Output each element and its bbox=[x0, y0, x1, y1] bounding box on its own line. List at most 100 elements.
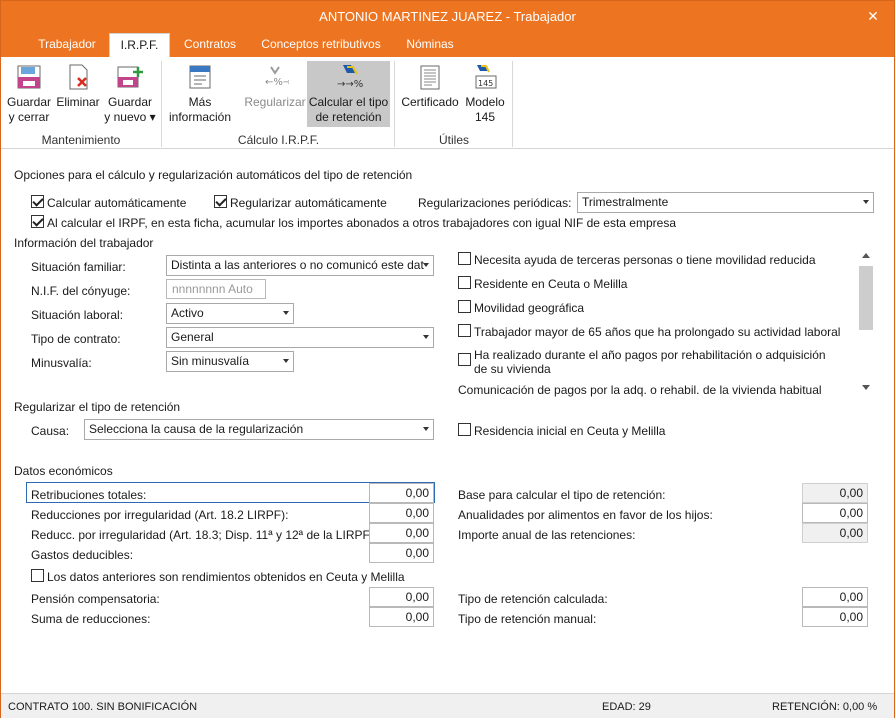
initial-ceuta-checkbox[interactable] bbox=[458, 423, 471, 436]
delete-button[interactable]: Eliminar bbox=[54, 61, 102, 127]
ceuta-income-checkbox[interactable] bbox=[31, 569, 44, 582]
over65-checkbox[interactable] bbox=[458, 324, 471, 337]
svg-text:145: 145 bbox=[478, 79, 493, 88]
manual-rate-input[interactable]: 0,00 bbox=[802, 607, 868, 627]
regularize-title: Regularizar el tipo de retención bbox=[14, 400, 181, 414]
work-status-select[interactable]: Activo bbox=[166, 303, 294, 324]
annual-ret-label: Importe anual de las retenciones: bbox=[458, 528, 636, 542]
over65-label: Trabajador mayor de 65 años que ha prolo… bbox=[474, 325, 841, 339]
ribbon-separator bbox=[512, 61, 513, 147]
periodic-select[interactable]: Trimestralmente bbox=[577, 192, 874, 213]
group-mantenimiento: Mantenimiento bbox=[41, 133, 121, 147]
chevron-down-icon bbox=[283, 359, 289, 363]
ribbon: Guardar y cerrar Eliminar Guardar y nuev… bbox=[1, 57, 894, 149]
save-new-label: Guardar y nuevo ▾ bbox=[104, 95, 156, 124]
window-title: ANTONIO MARTINEZ JUAREZ - Trabajador bbox=[319, 9, 576, 24]
title-bar: ANTONIO MARTINEZ JUAREZ - Trabajador ✕ bbox=[1, 1, 894, 33]
auto-reg-checkbox[interactable] bbox=[214, 195, 227, 208]
save-close-label: Guardar y cerrar bbox=[6, 95, 52, 124]
work-status-value: Activo bbox=[171, 306, 204, 320]
ceuta-resident-checkbox[interactable] bbox=[458, 276, 471, 289]
more-info-button[interactable]: Más información bbox=[166, 61, 234, 127]
spouse-nif-input[interactable]: nnnnnnnn Auto bbox=[166, 279, 266, 299]
annual-ret-value: 0,00 bbox=[802, 523, 868, 543]
contract-value: General bbox=[171, 330, 214, 344]
cause-label: Causa: bbox=[31, 424, 70, 438]
close-icon[interactable]: ✕ bbox=[864, 7, 882, 25]
deductible-input[interactable]: 0,00 bbox=[369, 543, 434, 563]
contract-label: Tipo de contrato: bbox=[31, 332, 121, 346]
tab-irpf[interactable]: I.R.P.F. bbox=[109, 33, 170, 58]
total-pay-input[interactable]: 0,00 bbox=[369, 483, 434, 503]
tab-bar: Trabajador I.R.P.F. Contratos Conceptos … bbox=[1, 33, 894, 58]
ribbon-separator bbox=[161, 61, 162, 147]
family-label: Situación familiar: bbox=[31, 260, 126, 274]
calc-rate-value-label: Tipo de retención calculada: bbox=[458, 592, 608, 606]
contract-select[interactable]: General bbox=[166, 327, 434, 348]
irregular-red-input[interactable]: 0,00 bbox=[369, 503, 434, 523]
cause-value: Selecciona la causa de la regularización bbox=[89, 422, 304, 436]
ribbon-separator bbox=[394, 61, 395, 147]
irregular-red2-input[interactable]: 0,00 bbox=[369, 523, 434, 543]
chevron-down-icon bbox=[423, 427, 429, 431]
total-pay-label: Retribuciones totales: bbox=[31, 488, 147, 502]
status-contract: CONTRATO 100. SIN BONIFICACIÓN bbox=[8, 701, 198, 713]
ceuta-income-label: Los datos anteriores son rendimientos ob… bbox=[47, 570, 405, 584]
worker-scrollbar[interactable] bbox=[858, 248, 874, 395]
scroll-up-icon[interactable] bbox=[862, 253, 870, 258]
reductions-sum-label: Suma de reducciones: bbox=[31, 612, 151, 626]
reductions-sum-input[interactable]: 0,00 bbox=[369, 607, 434, 627]
irregular-red-label: Reducciones por irregularidad (Art. 18.2… bbox=[31, 508, 289, 522]
mobility-checkbox[interactable] bbox=[458, 300, 471, 313]
help-checkbox[interactable] bbox=[458, 252, 471, 265]
certificate-button[interactable]: Certificado bbox=[399, 61, 461, 127]
auto-calc-checkbox[interactable] bbox=[31, 195, 44, 208]
tab-trabajador[interactable]: Trabajador bbox=[27, 33, 107, 57]
tab-contratos[interactable]: Contratos bbox=[173, 33, 247, 57]
annuities-label: Anualidades por alimentos en favor de lo… bbox=[458, 508, 713, 522]
model145-button[interactable]: 145 Modelo 145 bbox=[462, 61, 508, 127]
disability-value: Sin minusvalía bbox=[171, 354, 250, 368]
cause-select[interactable]: Selecciona la causa de la regularización bbox=[84, 419, 434, 440]
economic-title: Datos económicos bbox=[14, 464, 113, 478]
annuities-input[interactable]: 0,00 bbox=[802, 503, 868, 523]
calc-rate-button[interactable]: →→% Calcular el tipo de retención bbox=[307, 61, 390, 127]
scroll-down-icon[interactable] bbox=[862, 385, 870, 390]
save-new-icon bbox=[117, 66, 143, 88]
delete-icon bbox=[69, 64, 88, 90]
disability-select[interactable]: Sin minusvalía bbox=[166, 351, 294, 372]
options-title: Opciones para el cálculo y regularizació… bbox=[14, 168, 413, 182]
tax-agency-icon: →→% bbox=[337, 65, 363, 90]
periodic-label: Regularizaciones periódicas: bbox=[418, 196, 572, 210]
base-value: 0,00 bbox=[802, 483, 868, 503]
regularize-button[interactable]: ←%→ Regularizar bbox=[244, 61, 306, 127]
chevron-down-icon bbox=[863, 200, 869, 204]
disability-label: Minusvalía: bbox=[31, 356, 92, 370]
regularize-label: Regularizar bbox=[244, 95, 306, 109]
svg-text:←%→: ←%→ bbox=[265, 77, 289, 88]
pension-label: Pensión compensatoria: bbox=[31, 592, 160, 606]
group-calculo-irpf: Cálculo I.R.P.F. bbox=[237, 133, 320, 147]
worker-title: Información del trabajador bbox=[14, 236, 154, 250]
housing-label-1: Ha realizado durante el año pagos por re… bbox=[474, 348, 826, 362]
calc-rate-label: Calcular el tipo de retención bbox=[308, 95, 389, 124]
tab-nominas[interactable]: Nóminas bbox=[396, 33, 464, 57]
status-bar: CONTRATO 100. SIN BONIFICACIÓN EDAD: 29 … bbox=[1, 693, 894, 718]
chevron-down-icon bbox=[283, 311, 289, 315]
save-new-button[interactable]: Guardar y nuevo ▾ bbox=[104, 61, 156, 127]
base-label: Base para calcular el tipo de retención: bbox=[458, 488, 666, 502]
chevron-down-icon bbox=[423, 263, 429, 267]
calc-rate-input[interactable]: 0,00 bbox=[802, 587, 868, 607]
chevron-down-icon bbox=[423, 335, 429, 339]
model145-label: Modelo 145 bbox=[465, 95, 505, 124]
periodic-value: Trimestralmente bbox=[582, 195, 669, 209]
tab-conceptos[interactable]: Conceptos retributivos bbox=[251, 33, 391, 57]
family-select[interactable]: Distinta a las anteriores o no comunicó … bbox=[166, 255, 434, 276]
deductible-label: Gastos deducibles: bbox=[31, 548, 134, 562]
save-close-button[interactable]: Guardar y cerrar bbox=[6, 61, 52, 127]
housing-checkbox[interactable] bbox=[458, 353, 471, 366]
scroll-thumb[interactable] bbox=[859, 266, 873, 330]
pension-input[interactable]: 0,00 bbox=[369, 587, 434, 607]
worker-window: ANTONIO MARTINEZ JUAREZ - Trabajador ✕ T… bbox=[0, 0, 895, 718]
accumulate-checkbox[interactable] bbox=[31, 215, 44, 228]
